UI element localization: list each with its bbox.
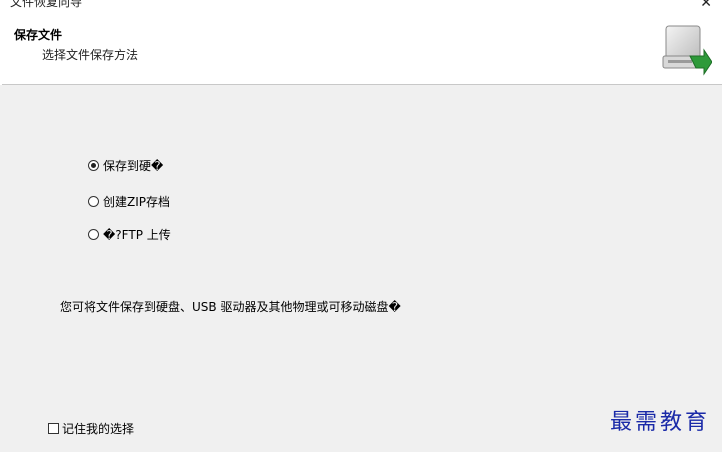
close-button[interactable]: ✕ xyxy=(700,0,712,10)
window-title: 文件恢复向导 xyxy=(10,0,83,9)
remember-label: 记住我的选择 xyxy=(62,422,135,436)
radio-button[interactable] xyxy=(88,196,99,207)
option-create-zip[interactable]: 创建ZIP存档 xyxy=(88,193,170,210)
option-label: 保存到硬� xyxy=(103,159,164,173)
radio-button[interactable] xyxy=(88,229,99,240)
description-text: 您可将文件保存到硬盘、USB 驱动器及其他物理或可移动磁盘� xyxy=(60,300,401,314)
title-bar: 文件恢复向导 ✕ xyxy=(0,0,722,14)
option-save-to-disk[interactable]: 保存到硬� xyxy=(88,157,163,174)
page-subtitle: 选择文件保存方法 xyxy=(42,48,139,62)
checkbox[interactable] xyxy=(48,423,59,434)
option-label: 创建ZIP存档 xyxy=(103,195,170,209)
remember-choice[interactable]: 记住我的选择 xyxy=(48,420,134,437)
disk-drive-icon xyxy=(662,25,712,76)
radio-button-selected[interactable] xyxy=(88,160,99,171)
page-title: 保存文件 xyxy=(14,28,63,42)
wizard-header: 保存文件 选择文件保存方法 xyxy=(0,14,722,85)
wizard-body xyxy=(0,85,722,452)
option-ftp-upload[interactable]: �?FTP 上传 xyxy=(88,226,171,243)
option-label: �?FTP 上传 xyxy=(103,228,171,242)
watermark-text: 最需教育 xyxy=(609,410,710,435)
